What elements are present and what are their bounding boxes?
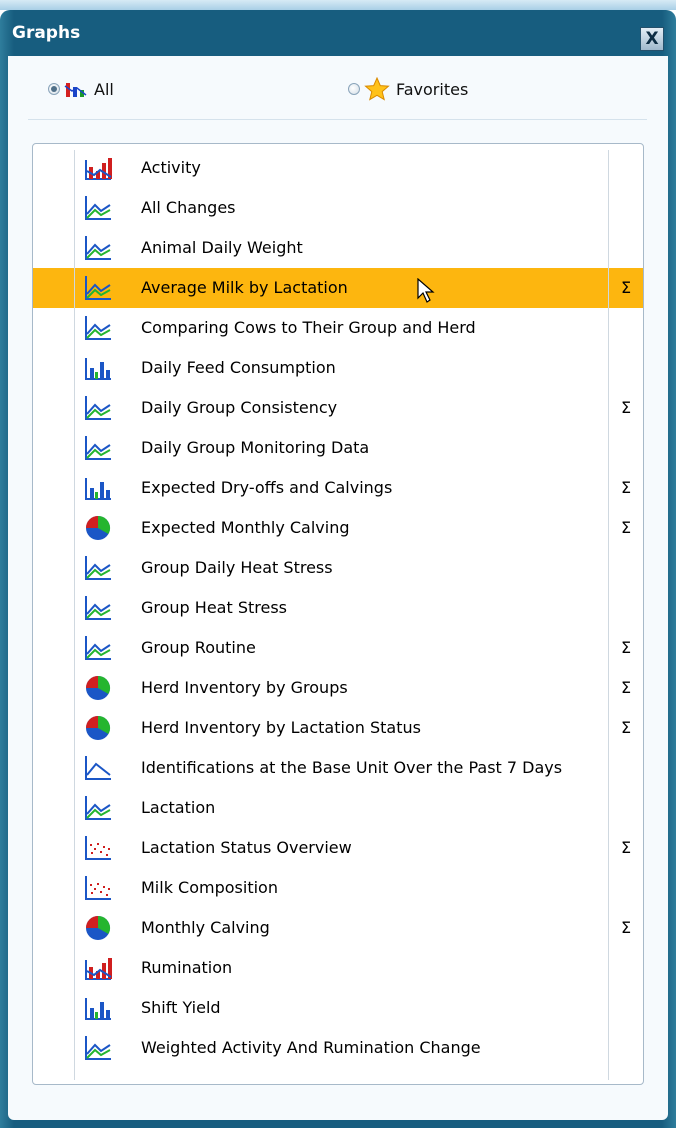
sigma-indicator: Σ [621, 278, 632, 297]
filter-divider [28, 119, 647, 120]
single-line-icon [83, 754, 113, 782]
graph-list-item-label: Daily Group Consistency [141, 398, 338, 417]
graph-list-item-label: Expected Monthly Calving [141, 518, 350, 537]
filter-favorites-radio[interactable] [348, 83, 360, 95]
line-graph-icon [83, 394, 113, 422]
graph-list-item[interactable]: Shift Yield [33, 988, 643, 1028]
sigma-indicator: Σ [621, 838, 632, 857]
graph-list-item[interactable]: Herd Inventory by Lactation Status Σ [33, 708, 643, 748]
bar-blue-icon [83, 994, 113, 1022]
pie-chart-icon [83, 514, 113, 542]
line-graph-icon [83, 594, 113, 622]
line-graph-icon [83, 554, 113, 582]
graph-list[interactable]: Activity All Changes Animal Daily Weight Av… [32, 143, 644, 1085]
graph-list-item-label: Weighted Activity And Rumination Change [141, 1038, 481, 1057]
graph-list-item-label: Average Milk by Lactation [141, 278, 348, 297]
graph-list-item[interactable]: Lactation Status Overview Σ [33, 828, 643, 868]
filter-all-label: All [94, 79, 114, 99]
chart-bars-icon [64, 83, 87, 97]
graph-list-item[interactable]: Daily Feed Consumption [33, 348, 643, 388]
window-title: Graphs [12, 23, 81, 43]
graph-list-item[interactable]: Average Milk by Lactation Σ [33, 268, 643, 308]
top-strip [0, 0, 676, 10]
graph-list-item[interactable]: Expected Monthly Calving Σ [33, 508, 643, 548]
graph-list-item-label: Identifications at the Base Unit Over th… [141, 758, 563, 777]
graph-list-item-label: Daily Feed Consumption [141, 358, 336, 377]
graph-list-item[interactable]: Expected Dry-offs and Calvings Σ [33, 468, 643, 508]
line-graph-icon [83, 634, 113, 662]
graph-list-item-label: Comparing Cows to Their Group and Herd [141, 318, 476, 337]
pie-chart-icon [83, 914, 113, 942]
pie-chart-icon [83, 714, 113, 742]
graph-list-item-label: Group Heat Stress [141, 598, 288, 617]
graph-list-item-label: Lactation Status Overview [141, 838, 352, 857]
line-graph-icon [83, 274, 113, 302]
graph-list-item-label: Group Routine [141, 638, 256, 657]
line-graph-icon [83, 314, 113, 342]
close-button[interactable]: X [640, 27, 664, 51]
bar-activity-icon [83, 954, 113, 982]
graph-list-item-label: Shift Yield [141, 998, 221, 1017]
graph-list-item-label: Lactation [141, 798, 216, 817]
graph-list-item-label: Monthly Calving [141, 918, 270, 937]
graph-list-item[interactable]: Comparing Cows to Their Group and Herd [33, 308, 643, 348]
column-divider-left [74, 150, 75, 1080]
line-graph-icon [83, 194, 113, 222]
graph-list-item-label: Herd Inventory by Groups [141, 678, 348, 697]
sigma-indicator: Σ [621, 678, 632, 697]
bar-blue-icon [83, 354, 113, 382]
filter-all-radio[interactable] [48, 83, 60, 95]
bar-blue-icon [83, 474, 113, 502]
graph-list-item[interactable]: Group Routine Σ [33, 628, 643, 668]
graph-list-item[interactable]: All Changes [33, 188, 643, 228]
scatter-icon [83, 834, 113, 862]
graph-list-item[interactable]: Daily Group Consistency Σ [33, 388, 643, 428]
line-graph-icon [83, 794, 113, 822]
graph-list-item[interactable]: Activity [33, 148, 643, 188]
graph-list-item-label: Expected Dry-offs and Calvings [141, 478, 393, 497]
sigma-indicator: Σ [621, 518, 632, 537]
sigma-indicator: Σ [621, 478, 632, 497]
graph-list-item[interactable]: Rumination [33, 948, 643, 988]
pie-chart-icon [83, 674, 113, 702]
sigma-indicator: Σ [621, 398, 632, 417]
title-bar[interactable]: Graphs X [0, 10, 676, 56]
sigma-indicator: Σ [621, 918, 632, 937]
graph-list-item-label: All Changes [141, 198, 236, 217]
graph-list-item-label: Rumination [141, 958, 233, 977]
graph-list-item[interactable]: Milk Composition [33, 868, 643, 908]
sigma-indicator: Σ [621, 638, 632, 657]
line-graph-icon [83, 1034, 113, 1062]
bar-activity-icon [83, 154, 113, 182]
graph-list-item[interactable]: Daily Group Monitoring Data [33, 428, 643, 468]
graph-list-item[interactable]: Herd Inventory by Groups Σ [33, 668, 643, 708]
graph-list-item[interactable]: Weighted Activity And Rumination Change [33, 1028, 643, 1068]
graph-list-item-label: Activity [141, 158, 201, 177]
graph-list-item[interactable]: Animal Daily Weight [33, 228, 643, 268]
graph-list-item[interactable]: Group Daily Heat Stress [33, 548, 643, 588]
star-icon [364, 77, 390, 101]
filter-bar: All Favorites [8, 56, 668, 119]
scatter-icon [83, 874, 113, 902]
graph-list-item[interactable]: Lactation [33, 788, 643, 828]
graph-list-item[interactable]: Identifications at the Base Unit Over th… [33, 748, 643, 788]
filter-favorites-label: Favorites [396, 79, 469, 99]
sigma-indicator: Σ [621, 718, 632, 737]
filter-all-option[interactable]: All [48, 78, 114, 100]
line-graph-icon [83, 234, 113, 262]
graph-list-item-label: Daily Group Monitoring Data [141, 438, 370, 457]
line-graph-icon [83, 434, 113, 462]
graph-list-item-label: Group Daily Heat Stress [141, 558, 333, 577]
graph-list-item[interactable]: Monthly Calving Σ [33, 908, 643, 948]
filter-favorites-option[interactable]: Favorites [348, 77, 469, 101]
column-divider-right [608, 150, 609, 1080]
graph-list-item-label: Animal Daily Weight [141, 238, 303, 257]
graph-list-item[interactable]: Group Heat Stress [33, 588, 643, 628]
dialog-content: All Favorites Activity All Changes Animal … [8, 56, 668, 1120]
graph-list-item-label: Milk Composition [141, 878, 278, 897]
graph-list-item-label: Herd Inventory by Lactation Status [141, 718, 421, 737]
mouse-cursor-icon [417, 277, 437, 304]
